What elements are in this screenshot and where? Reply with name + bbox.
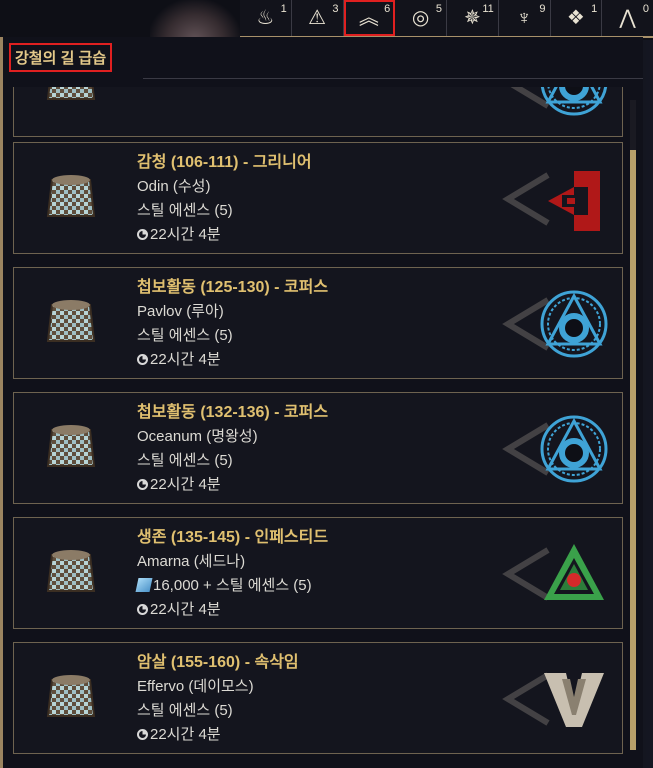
mission-reward-text: 스틸 에센스 (5) xyxy=(137,452,233,469)
droplet-flame-icon: ♨ xyxy=(256,7,275,29)
tab-count: 1 xyxy=(280,3,287,15)
mission-reward-text: 스틸 에센스 (5) xyxy=(137,702,233,719)
tab-1[interactable]: ⚠ 3 xyxy=(292,0,344,36)
mission-card[interactable]: 감청 (106-111) - 그리니어 Odin (수성) 스틸 에센스 (5) 22… xyxy=(13,142,623,254)
tab-count: 0 xyxy=(642,3,649,15)
mission-time: 22시간 4분 xyxy=(150,601,221,618)
mission-reward: 스틸 에센스 (5) xyxy=(137,324,502,348)
steel-essence-reward-icon xyxy=(44,87,98,107)
title-divider xyxy=(143,78,643,79)
mission-reward: 스틸 에센스 (5) xyxy=(137,449,502,473)
mission-reward: 16,000 + 스틸 에센스 (5) xyxy=(135,574,502,598)
credits-icon xyxy=(135,578,153,592)
corpus-faction-icon xyxy=(538,288,610,360)
clock-icon xyxy=(137,229,148,240)
steel-essence-reward-icon xyxy=(44,420,98,474)
chevrons-up-icon: ︽ xyxy=(358,7,379,29)
steel-essence-reward-icon xyxy=(44,295,98,349)
murmur-faction-icon xyxy=(538,663,610,735)
missions-panel: 강철의 길 급습 스틸 에센스 (5)22시간 4분감청 (106-111) -… xyxy=(0,37,643,768)
corpus-faction-icon xyxy=(538,413,610,485)
tab-0[interactable]: ♨ 1 xyxy=(240,0,292,36)
clock-icon xyxy=(137,354,148,365)
mission-reward-text: 스틸 에센스 (5) xyxy=(137,327,233,344)
warning-triangle-icon: ⚠ xyxy=(308,7,327,29)
mission-timer: 22시간 4분 xyxy=(137,598,502,622)
mission-card[interactable]: 스틸 에센스 (5)22시간 4분 xyxy=(13,87,623,137)
grineer-faction-icon xyxy=(538,163,610,235)
clock-icon xyxy=(137,729,148,740)
mission-text: 첩보활동 (125-130) - 코퍼스 Pavlov (루아) 스틸 에센스 (5… xyxy=(137,276,502,372)
mission-time: 22시간 4분 xyxy=(150,351,221,368)
mission-reward-text: 스틸 에센스 (5) xyxy=(137,202,233,219)
mission-card[interactable]: 암살 (155-160) - 속삭임 Effervo (데이모스) 스틸 에센스 (… xyxy=(13,642,623,754)
infested-faction-icon xyxy=(538,538,610,610)
tab-count: 5 xyxy=(435,3,442,15)
mission-card[interactable]: 생존 (135-145) - 인페스티드 Amarna (세드나) 16,000 +… xyxy=(13,517,623,629)
tab-3[interactable]: ◎ 5 xyxy=(395,0,447,36)
tab-2[interactable]: ︽ 6 xyxy=(343,0,396,36)
mission-node: Oceanum (명왕성) xyxy=(137,428,258,445)
mission-reward: 스틸 에센스 (5) xyxy=(137,699,502,723)
diamond-cluster-icon: ❖ xyxy=(566,7,585,29)
mission-timer: 22시간 4분 xyxy=(137,473,502,497)
corpus-faction-icon xyxy=(538,87,610,118)
mission-timer: 22시간 4분 xyxy=(137,223,502,247)
steel-essence-reward-icon xyxy=(44,545,98,599)
mission-text: 감청 (106-111) - 그리니어 Odin (수성) 스틸 에센스 (5) 22… xyxy=(137,151,502,247)
mission-name: 감청 (106-111) - 그리니어 xyxy=(137,154,312,171)
tab-count: 11 xyxy=(482,3,494,15)
tab-count: 9 xyxy=(539,3,546,15)
category-tab-bar: ♨ 1 ⚠ 3 ︽ 6 ◎ 5 ✵ 11 ♆ 9 ❖ 1 ⋀ 0 xyxy=(240,0,653,38)
mission-name: 생존 (135-145) - 인페스티드 xyxy=(137,529,329,546)
flame-icon: ♆ xyxy=(516,7,532,29)
mission-name: 첩보활동 (125-130) - 코퍼스 xyxy=(137,279,329,296)
mission-name: 첩보활동 (132-136) - 코퍼스 xyxy=(137,404,329,421)
mission-name: 암살 (155-160) - 속삭임 xyxy=(137,654,299,671)
tab-count: 3 xyxy=(332,3,339,15)
mission-time: 22시간 4분 xyxy=(150,226,221,243)
mission-node: Odin (수성) xyxy=(137,178,211,195)
arrow-up-icon: ⋀ xyxy=(619,7,636,29)
tab-count: 1 xyxy=(591,3,598,15)
mission-list[interactable]: 스틸 에센스 (5)22시간 4분감청 (106-111) - 그리니어Odin… xyxy=(13,87,625,768)
mission-card[interactable]: 첩보활동 (132-136) - 코퍼스 Oceanum (명왕성) 스틸 에센스 … xyxy=(13,392,623,504)
tab-6[interactable]: ❖ 1 xyxy=(551,0,603,36)
mission-node: Pavlov (루아) xyxy=(137,303,224,320)
network-nodes-icon: ✵ xyxy=(463,7,481,29)
steel-essence-reward-icon xyxy=(44,670,98,724)
mission-text: 암살 (155-160) - 속삭임 Effervo (데이모스) 스틸 에센스 (… xyxy=(137,651,502,747)
clock-icon xyxy=(137,604,148,615)
mission-text: 첩보활동 (132-136) - 코퍼스 Oceanum (명왕성) 스틸 에센스 … xyxy=(137,401,502,497)
panel-title: 강철의 길 급습 xyxy=(9,43,113,72)
mission-reward-text: 16,000 + 스틸 에센스 (5) xyxy=(153,577,312,594)
mission-time: 22시간 4분 xyxy=(150,476,221,493)
clock-icon xyxy=(137,479,148,490)
mission-timer: 22시간 4분 xyxy=(137,723,502,747)
mission-time: 22시간 4분 xyxy=(150,726,221,743)
tab-4[interactable]: ✵ 11 xyxy=(447,0,499,36)
tab-5[interactable]: ♆ 9 xyxy=(499,0,551,36)
mission-timer: 22시간 4분 xyxy=(137,348,502,372)
swirl-planet-icon: ◎ xyxy=(411,7,430,29)
background-decoration xyxy=(150,0,240,40)
tab-count: 6 xyxy=(384,3,391,15)
mission-node: Effervo (데이모스) xyxy=(137,678,254,695)
mission-node: Amarna (세드나) xyxy=(137,553,246,570)
steel-essence-reward-icon xyxy=(44,170,98,224)
mission-reward: 스틸 에센스 (5) xyxy=(137,199,502,223)
tab-7[interactable]: ⋀ 0 xyxy=(602,0,653,36)
mission-card[interactable]: 첩보활동 (125-130) - 코퍼스 Pavlov (루아) 스틸 에센스 (5… xyxy=(13,267,623,379)
mission-text: 생존 (135-145) - 인페스티드 Amarna (세드나) 16,000 +… xyxy=(135,526,502,622)
scrollbar-thumb[interactable] xyxy=(630,150,636,750)
